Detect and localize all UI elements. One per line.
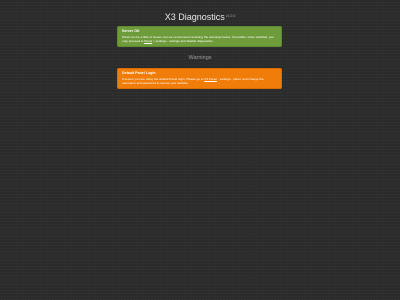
warning-title: Default Panel Login [122, 71, 156, 75]
app-title: X3 Diagnostics [164, 12, 225, 22]
warnings-heading: Warnings [188, 55, 212, 61]
server-status-panel: Server OK Plesk can be a little of issue… [117, 26, 282, 47]
server-status-message: Plesk can be a little of issues, but we … [122, 35, 277, 43]
warning-panel: Default Panel Login It seems you are usi… [117, 68, 282, 89]
panel-link[interactable]: Panel [144, 39, 152, 43]
server-status-text-2: > settings - settings and disable diagno… [152, 38, 214, 43]
page-header: X3 Diagnosticsv1.0.0 [0, 7, 400, 25]
version-label: v1.0.0 [225, 13, 236, 18]
x3-panel-link[interactable]: X3 Panel [204, 77, 217, 81]
warning-message: It seems you are using the default Panel… [122, 77, 277, 85]
server-status-title: Server OK [122, 29, 140, 33]
